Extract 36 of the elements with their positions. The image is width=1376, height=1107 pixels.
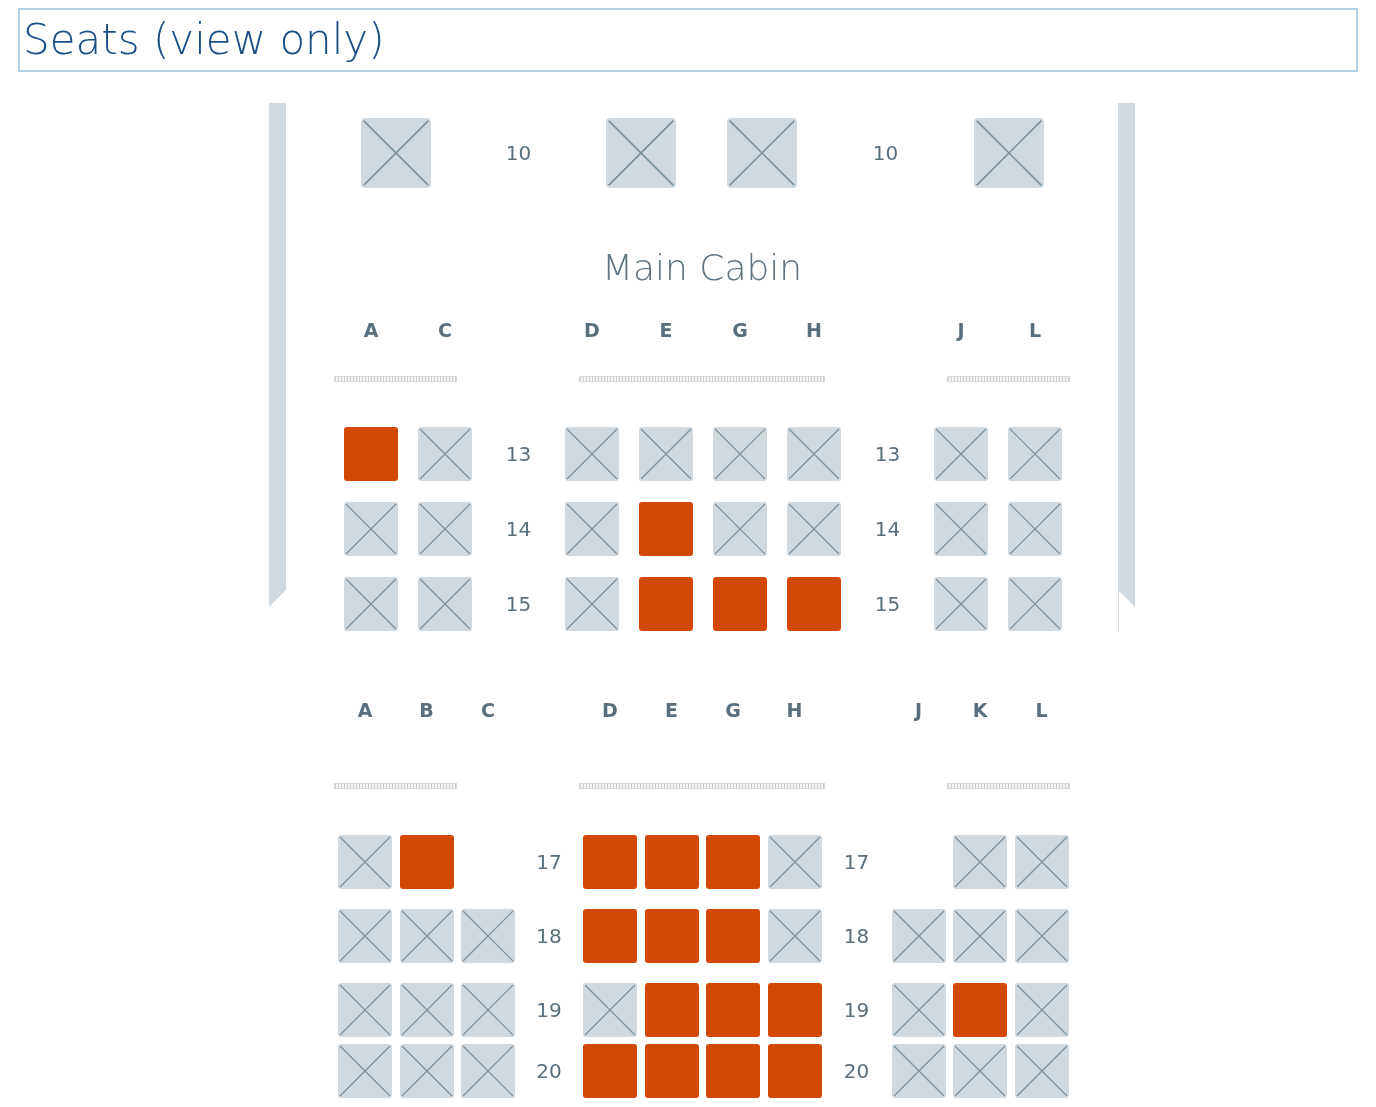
- column-letter: A: [357, 699, 373, 721]
- row-number: 17: [536, 850, 562, 874]
- row-number: 15: [874, 592, 901, 616]
- row-number: 18: [843, 924, 870, 948]
- row-number: 14: [874, 517, 901, 541]
- page-title: Seats (view only): [23, 14, 385, 66]
- row-number: 13: [505, 442, 532, 466]
- row-number: 13: [874, 442, 901, 466]
- column-letter: C: [481, 699, 495, 721]
- row-number: 15: [505, 592, 532, 616]
- row-number: 20: [843, 1059, 870, 1083]
- row-number: 17: [843, 850, 870, 874]
- column-letter: E: [659, 319, 673, 341]
- row-number: 10: [505, 141, 532, 165]
- column-letter: D: [584, 319, 600, 341]
- row-number: 20: [536, 1059, 562, 1083]
- column-letter: C: [438, 319, 452, 341]
- column-letter: A: [363, 319, 379, 341]
- column-letter: L: [1035, 699, 1048, 721]
- column-letter: G: [732, 319, 748, 341]
- column-letter: H: [786, 699, 803, 721]
- row-number: 10: [872, 141, 899, 165]
- column-letter: J: [914, 699, 923, 721]
- column-letter: E: [665, 699, 678, 721]
- row-number: 18: [536, 924, 562, 948]
- row-number: 19: [843, 998, 870, 1022]
- cabin-title: Main Cabin: [601, 246, 803, 290]
- column-letter: G: [725, 699, 741, 721]
- column-letter: J: [957, 319, 965, 341]
- column-letter: H: [806, 319, 822, 341]
- row-number: 19: [536, 998, 562, 1022]
- column-letter: K: [972, 699, 988, 721]
- column-letter: D: [602, 699, 618, 721]
- column-letter: L: [1028, 319, 1042, 341]
- column-letter: B: [419, 699, 434, 721]
- row-number: 14: [505, 517, 532, 541]
